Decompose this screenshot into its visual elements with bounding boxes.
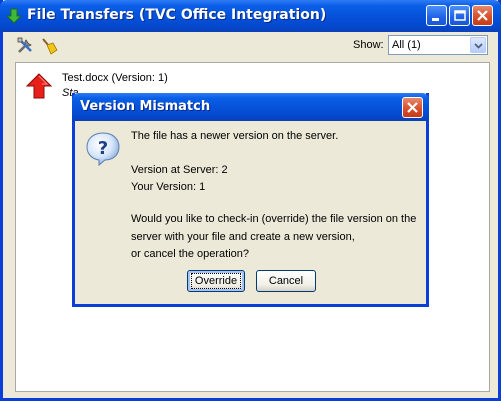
server-version-text: Version at Server: 2 bbox=[131, 164, 228, 176]
show-filter-value: All (1) bbox=[392, 39, 421, 51]
show-filter-select[interactable]: All (1) bbox=[388, 35, 488, 55]
window-title: File Transfers (TVC Office Integration) bbox=[27, 7, 327, 23]
maximize-icon bbox=[454, 10, 466, 21]
dialog-titlebar[interactable]: Version Mismatch bbox=[72, 93, 429, 121]
question-icon: ? bbox=[86, 132, 120, 167]
your-version-text: Your Version: 1 bbox=[131, 181, 206, 193]
show-label: Show: bbox=[353, 39, 384, 51]
override-button[interactable]: Override bbox=[187, 270, 245, 292]
override-button-label: Override bbox=[190, 273, 242, 289]
minimize-icon bbox=[432, 18, 439, 21]
dialog-question-line: or cancel the operation? bbox=[131, 248, 250, 260]
green-down-arrow-icon bbox=[6, 8, 22, 24]
dialog-message-line: The file has a newer version on the serv… bbox=[131, 130, 339, 142]
dialog-title: Version Mismatch bbox=[80, 99, 211, 114]
dialog-question-line: Would you like to check-in (override) th… bbox=[131, 213, 417, 225]
window-titlebar[interactable]: File Transfers (TVC Office Integration) bbox=[0, 0, 501, 32]
file-name: Test.docx (Version: 1) bbox=[62, 72, 168, 84]
toolbar: Show: All (1) bbox=[3, 32, 498, 60]
close-icon bbox=[477, 10, 488, 21]
minimize-button[interactable] bbox=[426, 5, 447, 26]
dialog-question-line: server with your file and create a new v… bbox=[131, 231, 355, 243]
dialog-close-button[interactable] bbox=[402, 97, 423, 118]
chevron-down-icon bbox=[474, 43, 483, 49]
cancel-button[interactable]: Cancel bbox=[256, 270, 316, 292]
upload-arrow-icon bbox=[26, 73, 52, 99]
maximize-button[interactable] bbox=[449, 5, 470, 26]
close-icon bbox=[407, 102, 418, 113]
version-mismatch-dialog: Version Mismatch ? The file has a newer … bbox=[72, 93, 429, 307]
tools-icon[interactable] bbox=[16, 37, 34, 55]
broom-icon[interactable] bbox=[40, 37, 58, 55]
svg-text:?: ? bbox=[98, 138, 108, 159]
close-button[interactable] bbox=[472, 5, 493, 26]
dropdown-button[interactable] bbox=[470, 37, 486, 53]
